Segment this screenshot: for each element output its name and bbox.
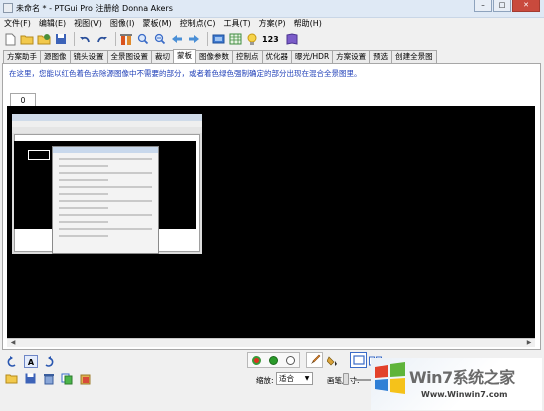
brush-size-slider-thumb[interactable] (343, 373, 349, 385)
mask-panel: 在这里，您能以红色着色去除源图像中不需要的部分，或者着色绿色强制确定的部分出现在… (2, 63, 541, 350)
open-mask-icon[interactable] (5, 372, 18, 385)
menu-project[interactable]: 方案(P) (259, 18, 286, 30)
menu-mask[interactable]: 蒙板(M) (142, 18, 171, 30)
mask-instruction-text: 在这里，您能以红色着色去除源图像中不需要的部分，或者着色绿色强制确定的部分出现在… (9, 69, 362, 78)
paste-mask-icon[interactable] (79, 372, 92, 385)
zoom-in-icon[interactable] (136, 32, 150, 46)
rotate-right-icon[interactable] (42, 355, 55, 368)
windows-logo-icon (375, 362, 405, 394)
bulb-icon[interactable] (245, 32, 259, 46)
menu-bar: 文件(F) 编辑(E) 视图(V) 图像(I) 蒙板(M) 控制点(C) 工具(… (0, 18, 544, 30)
open-folder-icon[interactable] (20, 32, 34, 46)
tab-preview[interactable]: 预选 (369, 50, 393, 63)
rotate-left-icon[interactable] (5, 355, 18, 368)
view-mode-rect-button[interactable] (350, 352, 367, 368)
undo-icon[interactable] (78, 32, 92, 46)
title-bar: 未命名 * - PTGui Pro 注册给 Donna Akers – □ ✕ (0, 0, 544, 18)
image-tab-0[interactable]: 0 (10, 93, 36, 107)
paint-red-radio[interactable] (252, 355, 261, 365)
watermark: Win7系统之家 Www.Winwin7.com (371, 358, 542, 410)
chevron-down-icon: ▼ (304, 375, 310, 382)
zoom-label: 缩放: (256, 376, 274, 385)
menu-image[interactable]: 图像(I) (110, 18, 135, 30)
toolbar: 123 (0, 30, 544, 48)
paint-color-selector (247, 352, 300, 368)
tab-optimizer[interactable]: 优化器 (261, 50, 292, 63)
scroll-left-icon[interactable]: ◀ (9, 340, 17, 346)
tab-create-panorama[interactable]: 创建全景图 (391, 50, 437, 63)
scroll-right-icon[interactable]: ▶ (525, 340, 533, 346)
window-title: 未命名 * - PTGui Pro 注册给 Donna Akers (16, 4, 173, 13)
delete-mask-icon[interactable] (42, 372, 55, 385)
menu-tools[interactable]: 工具(T) (223, 18, 250, 30)
forward-arrow-icon[interactable] (187, 32, 201, 46)
menu-help[interactable]: 帮助(H) (294, 18, 322, 30)
tab-image-parameters[interactable]: 图像参数 (195, 50, 233, 63)
back-arrow-icon[interactable] (170, 32, 184, 46)
zoom-select[interactable]: 适合 ▼ (276, 372, 313, 385)
maximize-button[interactable]: □ (493, 0, 511, 12)
save-mask-icon[interactable] (24, 372, 37, 385)
thumbnail-dialog (52, 146, 159, 254)
watermark-title: Win7系统之家 (409, 368, 515, 387)
main-tabs: 方案助手 源图像 镜头设置 全景图设置 裁切 蒙板 图像参数 控制点 优化器 曝… (3, 49, 437, 63)
tab-source-images[interactable]: 源图像 (40, 50, 71, 63)
close-button[interactable]: ✕ (512, 0, 540, 12)
watermark-url: Www.Winwin7.com (421, 390, 508, 399)
tab-control-points[interactable]: 控制点 (232, 50, 263, 63)
window-controls: – □ ✕ (473, 0, 540, 13)
open-recent-icon[interactable] (37, 32, 51, 46)
menu-view[interactable]: 视图(V) (74, 18, 102, 30)
save-icon[interactable] (54, 32, 68, 46)
thumbnail-logo (28, 150, 50, 160)
toolbar-separator (74, 32, 75, 46)
toolbar-separator (115, 32, 116, 46)
table-icon[interactable] (228, 32, 242, 46)
horizontal-scrollbar[interactable]: ◀ ▶ (7, 338, 535, 347)
menu-file[interactable]: 文件(F) (4, 18, 31, 30)
panorama-editor-icon[interactable] (211, 32, 225, 46)
redo-icon[interactable] (95, 32, 109, 46)
numeric-input-label[interactable]: 123 (262, 35, 279, 44)
brush-size-slider-track[interactable] (354, 379, 372, 381)
tab-exposure-hdr[interactable]: 曝光/HDR (291, 50, 334, 63)
copy-mask-icon[interactable] (60, 372, 73, 385)
mask-canvas[interactable] (7, 106, 535, 338)
auto-button[interactable]: A (24, 355, 38, 368)
minimize-button[interactable]: – (474, 0, 492, 12)
tab-mask[interactable]: 蒙板 (173, 49, 196, 63)
brush-tool-button[interactable] (306, 352, 323, 368)
tab-crop[interactable]: 裁切 (151, 50, 174, 63)
tab-panorama-settings[interactable]: 全景图设置 (106, 50, 152, 63)
tab-project-settings[interactable]: 方案设置 (332, 50, 371, 63)
tab-project-assistant[interactable]: 方案助手 (3, 50, 41, 63)
paint-erase-radio[interactable] (286, 355, 295, 365)
menu-edit[interactable]: 编辑(E) (39, 18, 66, 30)
app-icon (3, 3, 13, 13)
menu-control-points[interactable]: 控制点(C) (180, 18, 216, 30)
zoom-out-icon[interactable] (153, 32, 167, 46)
source-image-thumbnail (12, 114, 202, 254)
help-book-icon[interactable] (285, 32, 299, 46)
tab-lens-settings[interactable]: 镜头设置 (69, 50, 108, 63)
new-file-icon[interactable] (3, 32, 17, 46)
paint-green-radio[interactable] (269, 355, 278, 365)
fill-tool-icon[interactable] (326, 354, 339, 367)
toolbar-separator (207, 32, 208, 46)
zoom-select-value: 适合 (279, 374, 294, 383)
tools-icon[interactable] (119, 32, 133, 46)
